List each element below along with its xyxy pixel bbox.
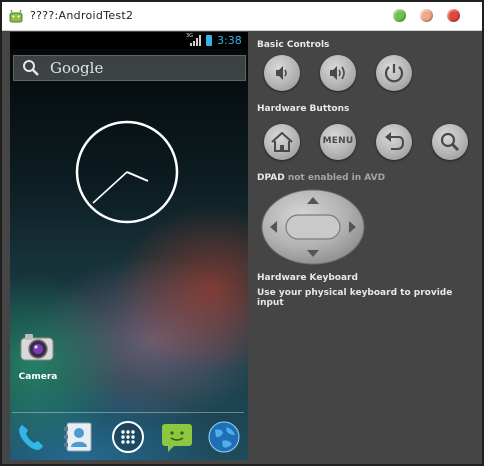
camera-app-label: Camera <box>18 372 58 382</box>
status-bar: 3G 3:38 <box>10 32 248 49</box>
search-label: Google <box>50 59 104 77</box>
app-drawer-icon[interactable] <box>111 420 145 454</box>
dpad-control[interactable] <box>260 188 366 266</box>
volume-down-button[interactable] <box>264 55 300 91</box>
volume-up-icon <box>330 66 345 80</box>
camera-app-icon[interactable] <box>20 332 54 362</box>
dpad-note: not enabled in AVD <box>287 173 386 183</box>
minimize-button[interactable] <box>393 9 406 22</box>
contacts-icon[interactable] <box>61 420 95 454</box>
basic-controls-heading: Basic Controls <box>257 40 330 50</box>
battery-icon <box>206 35 212 46</box>
analog-clock-widget[interactable] <box>75 120 179 224</box>
messaging-icon[interactable] <box>160 420 194 454</box>
close-button[interactable] <box>447 9 460 22</box>
search-button[interactable] <box>432 124 468 160</box>
search-icon <box>440 132 460 152</box>
signal-icon <box>186 35 202 46</box>
google-search-bar[interactable]: Google <box>13 55 246 81</box>
hardware-keyboard-heading: Hardware Keyboard <box>257 273 358 283</box>
search-icon <box>23 60 39 76</box>
hardware-keyboard-hint: Use your physical keyboard to provide in… <box>257 288 453 308</box>
back-button[interactable] <box>376 124 412 160</box>
dpad-heading: DPAD not enabled in AVD <box>257 173 385 183</box>
device-screen[interactable]: 3G 3:38 Google Camera <box>10 32 248 460</box>
volume-up-button[interactable] <box>320 55 356 91</box>
volume-down-icon <box>276 66 287 80</box>
home-button[interactable] <box>264 124 300 160</box>
menu-button-label: MENU <box>322 136 354 146</box>
power-icon <box>384 64 404 83</box>
dpad-title: DPAD <box>257 173 285 183</box>
home-icon <box>271 131 293 152</box>
dock-divider <box>12 412 244 413</box>
back-icon <box>385 132 405 150</box>
android-app-icon <box>9 9 23 23</box>
hardware-buttons-heading: Hardware Buttons <box>257 104 350 114</box>
power-button[interactable] <box>376 55 412 91</box>
title-bar: ????:AndroidTest2 <box>2 2 482 31</box>
status-time: 3:38 <box>217 34 242 47</box>
phone-icon[interactable] <box>14 420 48 454</box>
maximize-button[interactable] <box>420 9 433 22</box>
emulator-control-panel: Basic Controls Hardware Buttons MENU DPA… <box>248 32 482 462</box>
menu-button[interactable]: MENU <box>320 124 356 160</box>
window-title: ????:AndroidTest2 <box>30 9 134 22</box>
emulator-window: ????:AndroidTest2 3G 3:38 Google Camera … <box>0 0 484 466</box>
browser-globe-icon[interactable] <box>207 420 241 454</box>
